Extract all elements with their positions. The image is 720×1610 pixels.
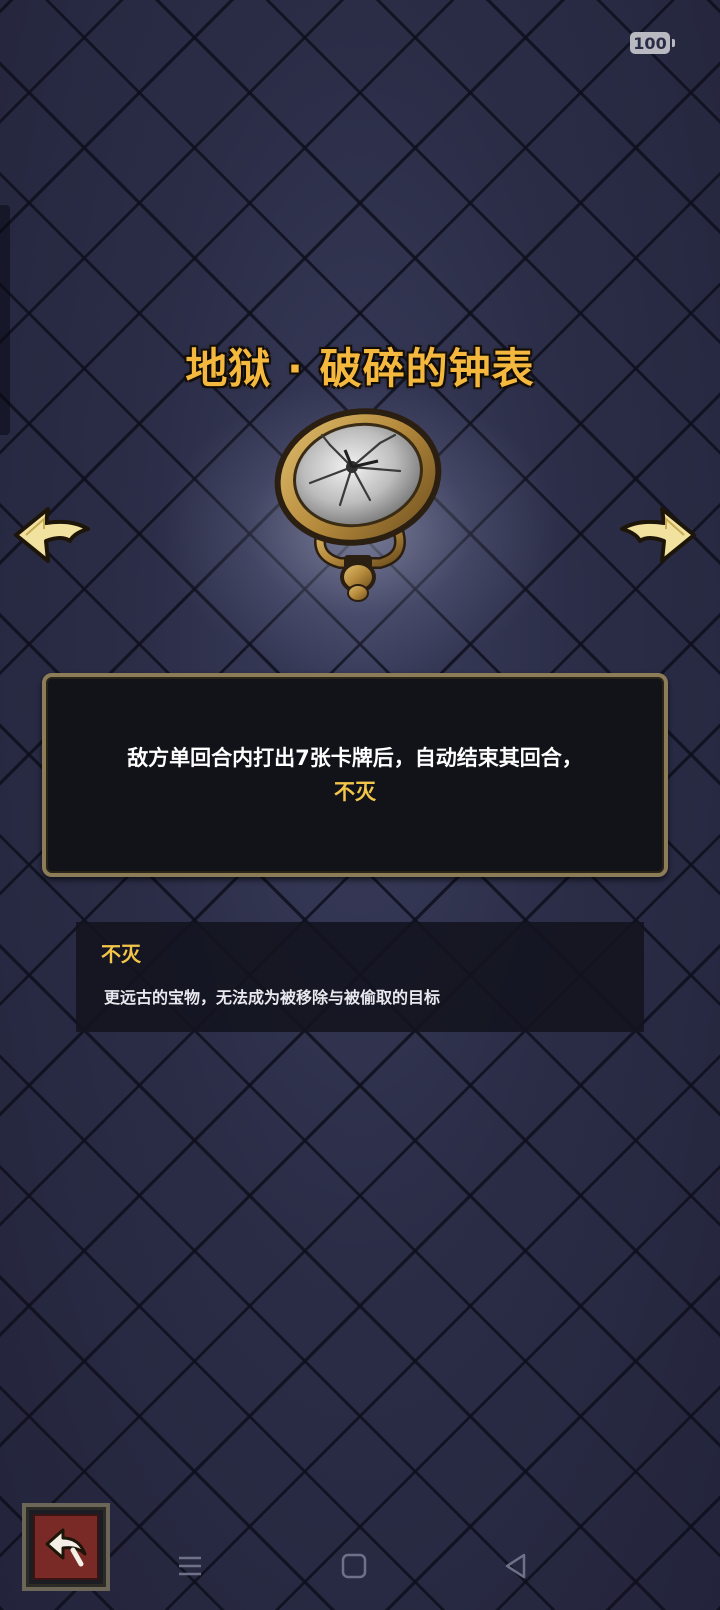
back-button-face: [33, 1514, 99, 1580]
keyword-tooltip: 不灭 更远古的宝物，无法成为被移除与被偷取的目标: [76, 922, 644, 1032]
next-relic-arrow-icon[interactable]: [618, 505, 698, 565]
battery-level: 100: [633, 33, 667, 53]
back-arrow-icon: [45, 1528, 87, 1567]
side-edge-tab[interactable]: [0, 205, 10, 435]
battery-indicator: 100: [630, 32, 675, 54]
keyword-description: 更远古的宝物，无法成为被移除与被偷取的目标: [104, 988, 441, 1007]
nav-back-icon[interactable]: [498, 1548, 534, 1584]
broken-watch-icon: [274, 408, 442, 602]
relic-description-panel: 敌方单回合内打出7张卡牌后，自动结束其回合， 不灭: [42, 673, 668, 877]
keyword-title: 不灭: [101, 942, 141, 966]
back-button[interactable]: [22, 1503, 110, 1591]
relic-description: 敌方单回合内打出7张卡牌后，自动结束其回合，: [127, 746, 583, 770]
nav-menu-icon[interactable]: [172, 1548, 208, 1584]
nav-home-icon[interactable]: [336, 1548, 372, 1584]
prev-relic-arrow-icon[interactable]: [12, 505, 92, 565]
relic-keyword-inline: 不灭: [334, 780, 376, 804]
